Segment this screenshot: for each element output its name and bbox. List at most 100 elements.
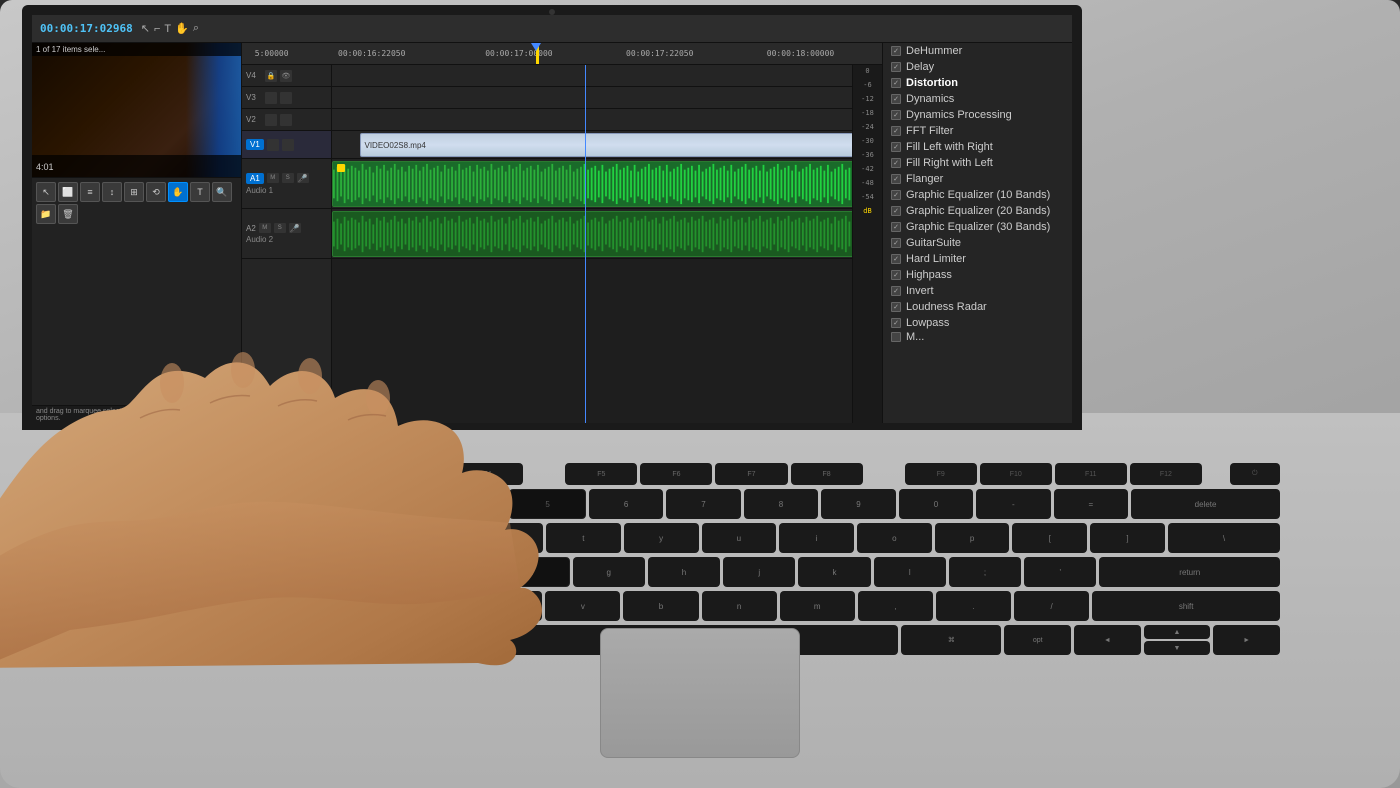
effect-item-guitar[interactable]: ✓ GuitarSuite — [883, 235, 1072, 251]
key-equals[interactable]: = — [1054, 489, 1128, 519]
tool-btn-7[interactable]: T — [190, 182, 210, 202]
audio-clip-a1[interactable] — [332, 161, 871, 207]
effect-item-invert[interactable]: ✓ Invert — [883, 283, 1072, 299]
tool-btn-1[interactable]: ↖ — [36, 182, 56, 202]
effect-item-hard-limiter[interactable]: ✓ Hard Limiter — [883, 251, 1072, 267]
key-cmd-r[interactable]: ⌘ — [901, 625, 1001, 655]
tool-btn-6[interactable]: ⟲ — [146, 182, 166, 202]
effect-item-fill-lr[interactable]: ✓ Fill Left with Right — [883, 139, 1072, 155]
key-up[interactable]: ▲ — [1144, 625, 1211, 639]
effect-item-dehummer[interactable]: ✓ DeHummer — [883, 43, 1072, 59]
track-mute-a2[interactable]: M — [259, 223, 271, 233]
key-slash[interactable]: / — [1014, 591, 1089, 621]
key-i[interactable]: i — [779, 523, 854, 553]
effect-item-loudness[interactable]: ✓ Loudness Radar — [883, 299, 1072, 315]
key-j[interactable]: j — [723, 557, 795, 587]
key-0[interactable]: 0 — [899, 489, 973, 519]
track-vis-v3[interactable] — [280, 92, 292, 104]
tool-btn-8[interactable]: 🔍 — [212, 182, 232, 202]
effect-item-geq20[interactable]: ✓ Graphic Equalizer (20 Bands) — [883, 203, 1072, 219]
effect-checkbox-fft: ✓ — [891, 126, 901, 136]
key-option-r[interactable]: opt — [1004, 625, 1071, 655]
key-n[interactable]: n — [702, 591, 777, 621]
track-mic-a2[interactable]: 🎤 — [289, 223, 301, 233]
effect-name-loudness: Loudness Radar — [906, 301, 987, 313]
effect-checkbox-flanger: ✓ — [891, 174, 901, 184]
track-lock-v1[interactable] — [267, 139, 279, 151]
track-lock-v3[interactable] — [265, 92, 277, 104]
effect-item-geq10[interactable]: ✓ Graphic Equalizer (10 Bands) — [883, 187, 1072, 203]
key-8[interactable]: 8 — [744, 489, 818, 519]
key-f8[interactable]: F8 — [791, 463, 863, 485]
key-f9[interactable]: F9 — [905, 463, 977, 485]
track-mic-a1[interactable]: 🎤 — [297, 173, 309, 183]
key-quote[interactable]: ' — [1024, 557, 1096, 587]
effect-item-dynamics[interactable]: ✓ Dynamics — [883, 91, 1072, 107]
track-vis-v4[interactable]: 👁 — [280, 70, 292, 82]
key-f11[interactable]: F11 — [1055, 463, 1127, 485]
key-m[interactable]: m — [780, 591, 855, 621]
tool-btn-3[interactable]: ≡ — [80, 182, 100, 202]
tool-razor-icon[interactable]: ⌐ — [154, 23, 160, 35]
track-solo-a2[interactable]: S — [274, 223, 286, 233]
effect-checkbox-lowpass: ✓ — [891, 318, 901, 328]
key-7[interactable]: 7 — [666, 489, 740, 519]
key-comma[interactable]: , — [858, 591, 933, 621]
effect-item-distortion[interactable]: ✓ Distortion — [883, 75, 1072, 91]
key-o[interactable]: o — [857, 523, 932, 553]
tool-btn-2[interactable]: ⬜ — [58, 182, 78, 202]
track-lock-v2[interactable] — [265, 114, 277, 126]
effect-checkbox-delay: ✓ — [891, 62, 901, 72]
key-f12[interactable]: F12 — [1130, 463, 1202, 485]
effect-item-geq30[interactable]: ✓ Graphic Equalizer (30 Bands) — [883, 219, 1072, 235]
key-p[interactable]: p — [935, 523, 1010, 553]
effect-item-fft[interactable]: ✓ FFT Filter — [883, 123, 1072, 139]
track-lock-v4[interactable]: 🔒 — [265, 70, 277, 82]
tool-zoom-icon[interactable]: ⌕ — [193, 22, 199, 35]
key-period[interactable]: . — [936, 591, 1011, 621]
key-minus[interactable]: - — [976, 489, 1050, 519]
track-solo-a1[interactable]: S — [282, 173, 294, 183]
tool-move-icon[interactable]: ↖ — [141, 22, 150, 35]
effect-item-partial[interactable]: M... — [883, 331, 1072, 343]
key-f10[interactable]: F10 — [980, 463, 1052, 485]
key-right[interactable]: ► — [1213, 625, 1280, 655]
effect-item-flanger[interactable]: ✓ Flanger — [883, 171, 1072, 187]
tool-btn-10[interactable]: 🗑 — [58, 204, 78, 224]
track-vis-v2[interactable] — [280, 114, 292, 126]
effect-checkbox-fill-rl: ✓ — [891, 158, 901, 168]
key-f7[interactable]: F7 — [715, 463, 787, 485]
tool-btn-9[interactable]: 📁 — [36, 204, 56, 224]
tool-btn-5[interactable]: ⊞ — [124, 182, 144, 202]
tool-hand-icon[interactable]: ✋ — [175, 22, 189, 35]
key-delete[interactable]: delete — [1131, 489, 1280, 519]
track-mute-a1[interactable]: M — [267, 173, 279, 183]
effect-item-lowpass[interactable]: ✓ Lowpass — [883, 315, 1072, 331]
effect-item-highpass[interactable]: ✓ Highpass — [883, 267, 1072, 283]
track-row-v1: VIDEO02S8.mp4 — [332, 131, 882, 159]
key-down[interactable]: ▼ — [1144, 641, 1211, 655]
key-power[interactable]: ⏻ — [1230, 463, 1280, 485]
project-panel: 1 of 17 items sele... 4:01 — [32, 43, 241, 178]
key-rshift[interactable]: shift — [1092, 591, 1280, 621]
key-semicolon[interactable]: ; — [949, 557, 1021, 587]
key-l[interactable]: l — [874, 557, 946, 587]
key-9[interactable]: 9 — [821, 489, 895, 519]
key-lbracket[interactable]: [ — [1012, 523, 1087, 553]
key-u[interactable]: u — [702, 523, 777, 553]
key-return[interactable]: return — [1099, 557, 1280, 587]
video-clip[interactable]: VIDEO02S8.mp4 — [360, 133, 872, 157]
audio-clip-a2[interactable] — [332, 211, 871, 257]
tool-btn-4[interactable]: ↕ — [102, 182, 122, 202]
waveform-svg-a2 — [333, 212, 870, 256]
effect-item-fill-rl[interactable]: ✓ Fill Right with Left — [883, 155, 1072, 171]
effect-item-dynamics-processing[interactable]: ✓ Dynamics Processing — [883, 107, 1072, 123]
tool-text-icon[interactable]: T — [164, 23, 171, 35]
key-k[interactable]: k — [798, 557, 870, 587]
tool-btn-active[interactable]: ✋ — [168, 182, 188, 202]
effect-item-delay[interactable]: ✓ Delay — [883, 59, 1072, 75]
track-vis-v1[interactable] — [282, 139, 294, 151]
key-backslash[interactable]: \ — [1168, 523, 1280, 553]
key-rbracket[interactable]: ] — [1090, 523, 1165, 553]
key-left[interactable]: ◄ — [1074, 625, 1141, 655]
